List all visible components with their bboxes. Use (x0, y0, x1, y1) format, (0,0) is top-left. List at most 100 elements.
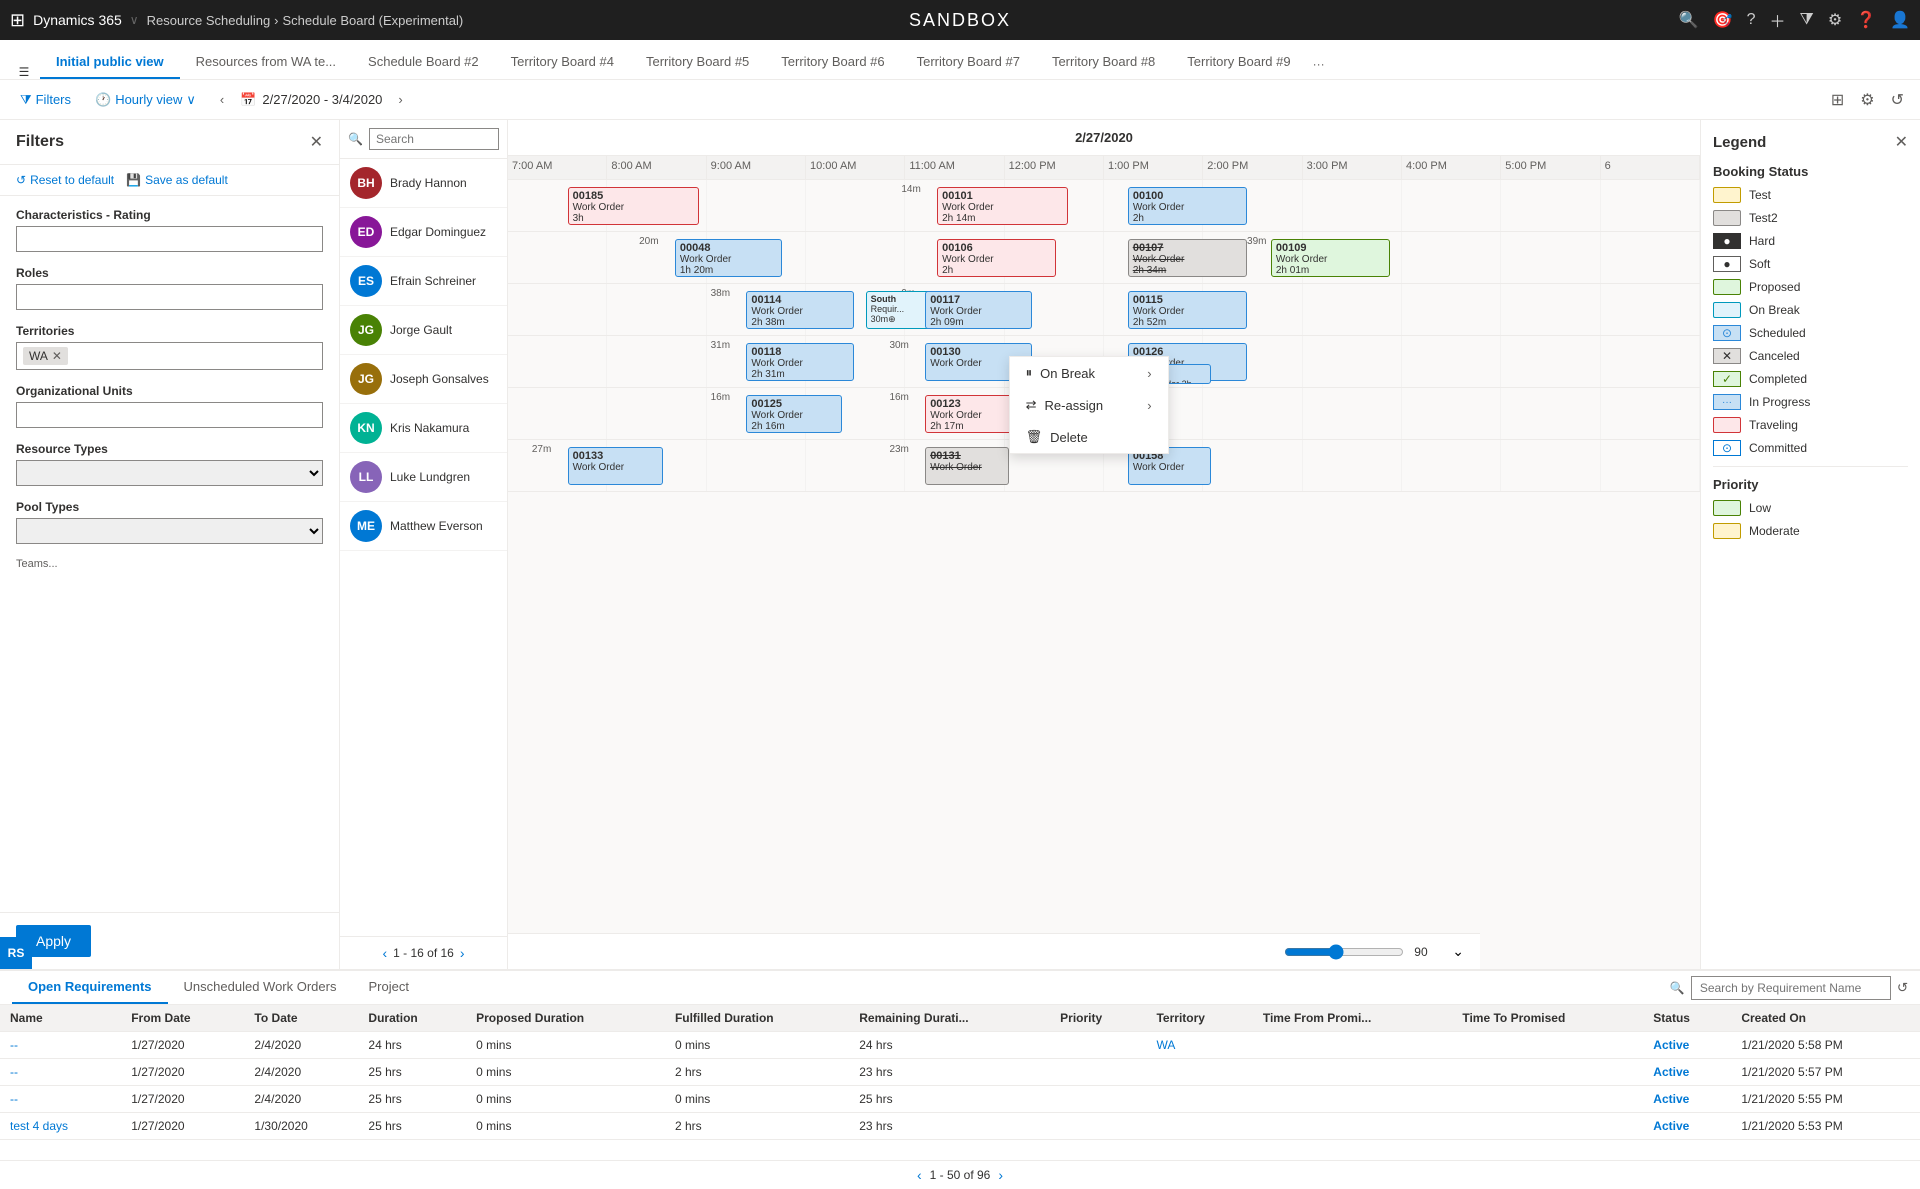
zoom-slider[interactable] (1284, 944, 1404, 960)
booking-block[interactable]: 00131Work Order (925, 447, 1008, 485)
top-navigation: ⊞ Dynamics 365 ∨ Resource Scheduling › S… (0, 0, 1920, 40)
filter-characteristics-label: Characteristics - Rating (16, 208, 323, 222)
col-duration: Duration (358, 1005, 466, 1032)
req-time-from (1253, 1059, 1453, 1086)
next-page-button[interactable]: › (998, 1167, 1003, 1183)
filter-close-button[interactable]: ✕ (310, 132, 323, 152)
tab-unscheduled-work-orders[interactable]: Unscheduled Work Orders (168, 971, 353, 1004)
settings-icon[interactable]: ⚙ (1828, 10, 1842, 30)
filter-territories-label: Territories (16, 324, 323, 338)
add-icon[interactable]: ＋ (1770, 8, 1786, 32)
time-offset-label: 27m (532, 444, 551, 455)
req-time-to (1452, 1059, 1643, 1086)
prev-resource-button[interactable]: ‹ (382, 945, 387, 961)
user-icon[interactable]: 👤 (1890, 10, 1910, 30)
search-icon[interactable]: 🔍 (1679, 10, 1699, 30)
resource-item[interactable]: ED Edgar Dominguez (340, 208, 507, 257)
booking-block[interactable]: 00118Work Order2h 31m (746, 343, 853, 381)
settings-button[interactable]: ⚙ (1856, 86, 1878, 114)
filter-org-units-input[interactable] (16, 402, 323, 428)
save-default-button[interactable]: 💾 Save as default (126, 173, 228, 187)
tab-territory-5[interactable]: Territory Board #5 (630, 46, 765, 79)
filter-characteristics-input[interactable] (16, 226, 323, 252)
schedule-row: 00048Work Order1h 20m 00106Work Order2h … (508, 232, 1700, 284)
booking-block[interactable]: 00125Work Order2h 16m (746, 395, 841, 433)
req-name-link[interactable]: -- (10, 1038, 18, 1052)
prev-date-button[interactable]: ‹ (212, 88, 232, 111)
avatar: ED (350, 216, 382, 248)
booking-block[interactable]: 00101Work Order2h 14m (937, 187, 1068, 225)
context-delete[interactable]: 🗑 Delete (1010, 421, 1168, 453)
tab-territory-4[interactable]: Territory Board #4 (495, 46, 630, 79)
booking-block[interactable]: 00115Work Order2h 52m (1128, 291, 1247, 329)
help2-icon[interactable]: ❓ (1856, 10, 1876, 30)
tab-schedule-board-2[interactable]: Schedule Board #2 (352, 46, 495, 79)
req-proposed: 0 mins (466, 1086, 665, 1113)
legend-close-button[interactable]: ✕ (1895, 132, 1908, 152)
booking-block[interactable]: 00106Work Order2h (937, 239, 1056, 277)
tab-territory-8[interactable]: Territory Board #8 (1036, 46, 1171, 79)
resource-item[interactable]: ES Efrain Schreiner (340, 257, 507, 306)
req-priority (1050, 1032, 1146, 1059)
filter-resource-types-select[interactable] (16, 460, 323, 486)
refresh-button[interactable]: ↺ (1887, 86, 1908, 114)
funnel-icon[interactable]: ⧩ (1800, 11, 1814, 29)
tab-more[interactable]: ··· (1307, 49, 1331, 79)
resource-item[interactable]: KN Kris Nakamura (340, 404, 507, 453)
booking-block[interactable]: 00048Work Order1h 20m (675, 239, 782, 277)
next-resource-button[interactable]: › (460, 945, 465, 961)
tab-resources-wa[interactable]: Resources from WA te... (180, 46, 352, 79)
legend-item-low: Low (1713, 500, 1908, 516)
context-reassign[interactable]: ⇄ Re-assign › (1010, 389, 1168, 421)
territory-link[interactable]: WA (1156, 1038, 1175, 1052)
booking-block[interactable]: 00109Work Order2h 01m (1271, 239, 1390, 277)
target-icon[interactable]: 🎯 (1713, 10, 1733, 30)
resource-item[interactable]: JG Joseph Gonsalves (340, 355, 507, 404)
req-name-link[interactable]: -- (10, 1092, 18, 1106)
booking-block[interactable]: 00185Work Order3h (568, 187, 699, 225)
req-fulfilled: 2 hrs (665, 1059, 849, 1086)
grid-view-button[interactable]: ⊞ (1827, 86, 1848, 114)
filter-roles-label: Roles (16, 266, 323, 280)
toolbar: ⧩ Filters 🕐 Hourly view ∨ ‹ 📅 2/27/2020 … (0, 80, 1920, 120)
booking-block[interactable]: 00100Work Order2h (1128, 187, 1247, 225)
tab-project[interactable]: Project (352, 971, 424, 1004)
tab-territory-9[interactable]: Territory Board #9 (1171, 46, 1306, 79)
booking-block[interactable]: 00114Work Order2h 38m (746, 291, 853, 329)
tab-open-requirements[interactable]: Open Requirements (12, 971, 168, 1004)
tab-territory-7[interactable]: Territory Board #7 (901, 46, 1036, 79)
req-priority (1050, 1113, 1146, 1140)
booking-block[interactable]: 00107Work Order2h 34m (1128, 239, 1247, 277)
time-cell: 12:00 PM (1005, 156, 1104, 179)
legend-header: Legend ✕ (1713, 132, 1908, 152)
resource-item[interactable]: ME Matthew Everson (340, 502, 507, 551)
help-icon[interactable]: ? (1747, 11, 1756, 29)
search-input[interactable] (369, 128, 499, 150)
resource-item[interactable]: LL Luke Lundgren (340, 453, 507, 502)
waffle-icon[interactable]: ⊞ (10, 10, 25, 31)
filters-button[interactable]: ⧩ Filters (12, 88, 79, 112)
req-name-link[interactable]: test 4 days (10, 1119, 68, 1133)
next-date-button[interactable]: › (390, 88, 410, 111)
filter-pool-types-select[interactable] (16, 518, 323, 544)
req-name-link[interactable]: -- (10, 1065, 18, 1079)
context-on-break[interactable]: ⏸ On Break › (1010, 357, 1168, 389)
prev-page-button[interactable]: ‹ (917, 1167, 922, 1183)
hourly-view-button[interactable]: 🕐 Hourly view ∨ (87, 88, 204, 112)
legend-item-canceled: ✕ Canceled (1713, 348, 1908, 364)
territory-tag-remove[interactable]: ✕ (52, 349, 62, 363)
booking-block[interactable]: 00133Work Order (568, 447, 663, 485)
app-name[interactable]: Dynamics 365 (33, 12, 122, 28)
filter-roles-input[interactable] (16, 284, 323, 310)
tab-initial-public-view[interactable]: Initial public view (40, 46, 180, 79)
zoom-expand-button[interactable]: ⌄ (1452, 943, 1464, 960)
resource-item[interactable]: JG Jorge Gault (340, 306, 507, 355)
requirements-search-input[interactable] (1691, 976, 1891, 1000)
booking-block[interactable]: 00117Work Order2h 09m (925, 291, 1032, 329)
sidebar-toggle[interactable]: ☰ (8, 65, 40, 79)
resource-item[interactable]: BH Brady Hannon (340, 159, 507, 208)
req-created: 1/21/2020 5:57 PM (1731, 1059, 1920, 1086)
refresh-requirements-button[interactable]: ↺ (1897, 980, 1908, 996)
tab-territory-6[interactable]: Territory Board #6 (765, 46, 900, 79)
reset-default-button[interactable]: ↺ Reset to default (16, 173, 114, 187)
